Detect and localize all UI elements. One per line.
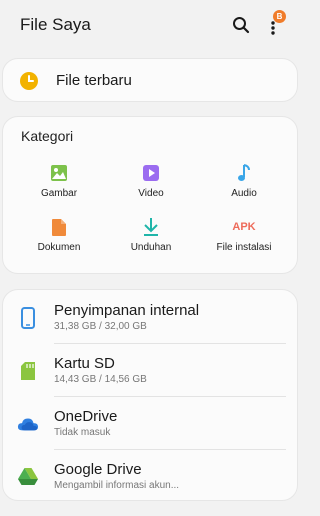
storage-onedrive[interactable]: OneDrive Tidak masuk (3, 397, 299, 450)
document-icon (49, 217, 69, 237)
google-drive-icon (17, 466, 39, 488)
cloud-icon (17, 413, 39, 435)
recent-files-label: File terbaru (56, 72, 132, 89)
page-title: File Saya (20, 15, 91, 34)
category-label: Unduhan (130, 242, 172, 253)
storage-status: Mengambil informasi akun... (54, 480, 180, 491)
category-label: Dokumen (37, 242, 81, 253)
storage-google-drive[interactable]: Google Drive Mengambil informasi akun... (3, 450, 299, 503)
apk-icon: APK (232, 221, 256, 233)
category-label: Gambar (40, 188, 78, 199)
storage-usage: 31,38 GB / 32,00 GB (54, 321, 147, 332)
image-icon (49, 163, 69, 183)
category-images[interactable]: Gambar (19, 163, 99, 207)
storage-name: Google Drive (54, 461, 142, 478)
category-installation-files[interactable]: APK File instalasi (204, 217, 284, 261)
video-icon (141, 163, 161, 183)
storage-usage: 14,43 GB / 14,56 GB (54, 374, 147, 385)
storage-internal[interactable]: Penyimpanan internal 31,38 GB / 32,00 GB (3, 291, 299, 344)
search-icon[interactable] (232, 16, 250, 34)
clock-icon (20, 72, 38, 90)
download-icon (141, 217, 161, 237)
category-video[interactable]: Video (111, 163, 191, 207)
category-downloads[interactable]: Unduhan (111, 217, 191, 261)
category-label: Audio (231, 188, 257, 199)
storage-name: Kartu SD (54, 355, 115, 372)
storage-name: Penyimpanan internal (54, 302, 200, 319)
recent-files-card[interactable]: File terbaru (2, 58, 298, 102)
phone-icon (17, 307, 39, 329)
categories-title: Kategori (21, 128, 74, 144)
category-documents[interactable]: Dokumen (19, 217, 99, 261)
notification-badge: B (273, 10, 286, 23)
storage-sd-card[interactable]: Kartu SD 14,43 GB / 14,56 GB (3, 344, 299, 397)
storage-card: Penyimpanan internal 31,38 GB / 32,00 GB… (2, 289, 298, 501)
storage-status: Tidak masuk (54, 427, 111, 438)
app-header: File Saya B (0, 0, 300, 52)
sd-card-icon (17, 360, 39, 382)
music-note-icon (234, 163, 254, 183)
category-label: File instalasi (216, 242, 272, 253)
category-label: Video (138, 188, 164, 199)
category-audio[interactable]: Audio (204, 163, 284, 207)
storage-name: OneDrive (54, 408, 118, 425)
categories-card: Kategori Gambar Video Audio Dokumen Undu… (2, 116, 298, 274)
